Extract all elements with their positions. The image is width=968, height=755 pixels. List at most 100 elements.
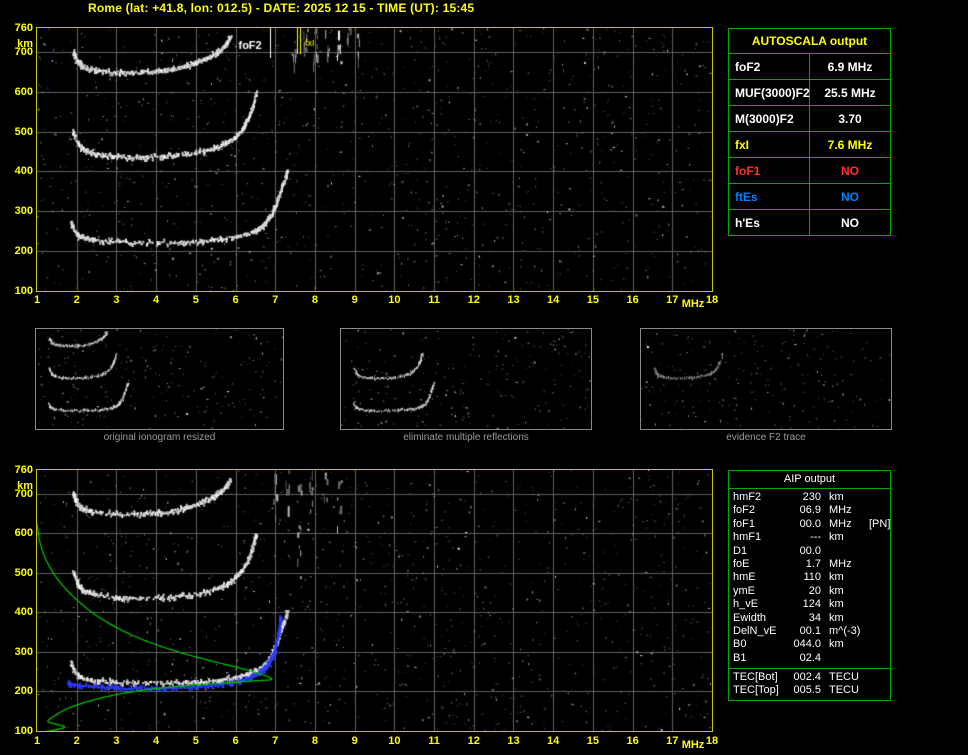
x-axis-label: 16 bbox=[621, 735, 645, 747]
aip-row: hmF2230km bbox=[729, 491, 890, 504]
parameter-note bbox=[869, 684, 886, 697]
y-axis-label: 500 bbox=[2, 126, 33, 138]
x-axis-label: 15 bbox=[581, 735, 605, 747]
parameter-unit: MHz bbox=[829, 518, 869, 531]
parameter-name: B0 bbox=[733, 638, 785, 651]
aip-parameter-list: hmF2230kmfoF206.9MHzfoF100.0MHz[PN]hmF1-… bbox=[729, 489, 890, 665]
aip-row: Ewidth34km bbox=[729, 612, 890, 625]
parameter-value: 005.5 bbox=[785, 684, 821, 697]
parameter-note bbox=[869, 638, 886, 651]
profile-ionogram-canvas bbox=[37, 470, 712, 731]
parameter-note bbox=[869, 671, 886, 684]
aip-row: ymE20km bbox=[729, 585, 890, 598]
parameter-name: M(3000)F2 bbox=[729, 106, 810, 132]
thumbnail-evidence-canvas bbox=[641, 329, 891, 429]
x-axis-unit: MHz bbox=[678, 739, 708, 751]
parameter-value: 6.9 MHz bbox=[810, 54, 891, 80]
parameter-name: hmF2 bbox=[733, 491, 785, 504]
parameter-value: --- bbox=[785, 531, 821, 544]
x-axis-label: 13 bbox=[501, 294, 525, 306]
x-axis-label: 2 bbox=[65, 294, 89, 306]
parameter-value: NO bbox=[810, 210, 891, 236]
aip-row: B102.4 bbox=[729, 652, 890, 665]
parameter-unit bbox=[829, 545, 869, 558]
parameter-unit bbox=[829, 652, 869, 665]
parameter-name: foF1 bbox=[733, 518, 785, 531]
autoscala-row: MUF(3000)F225.5 MHz bbox=[729, 80, 891, 106]
x-axis-label: 13 bbox=[501, 735, 525, 747]
parameter-note bbox=[869, 558, 886, 571]
parameter-name: TEC[Bot] bbox=[733, 671, 785, 684]
aip-row: D100.0 bbox=[729, 545, 890, 558]
aip-panel-header: AIP output bbox=[729, 471, 890, 489]
autoscala-header-row: AUTOSCALA output bbox=[729, 29, 891, 54]
aip-row: B0044.0km bbox=[729, 638, 890, 651]
x-axis-label: 11 bbox=[422, 294, 446, 306]
aip-row: foF100.0MHz[PN] bbox=[729, 518, 890, 531]
parameter-value: 00.1 bbox=[785, 625, 821, 638]
parameter-name: D1 bbox=[733, 545, 785, 558]
parameter-value: 044.0 bbox=[785, 638, 821, 651]
x-axis-label: 4 bbox=[144, 294, 168, 306]
aip-row: hmF1---km bbox=[729, 531, 890, 544]
parameter-name: foE bbox=[733, 558, 785, 571]
parameter-value: 002.4 bbox=[785, 671, 821, 684]
parameter-note bbox=[869, 652, 886, 665]
autoscala-row: foF1NO bbox=[729, 158, 891, 184]
thumbnail-caption-evidence: evidence F2 trace bbox=[640, 432, 892, 443]
y-axis-label: 760 bbox=[2, 464, 33, 476]
parameter-value: NO bbox=[810, 184, 891, 210]
x-axis-label: 9 bbox=[343, 735, 367, 747]
parameter-unit: km bbox=[829, 612, 869, 625]
parameter-name: MUF(3000)F2 bbox=[729, 80, 810, 106]
parameter-unit: MHz bbox=[829, 504, 869, 517]
parameter-note bbox=[869, 612, 886, 625]
parameter-unit: km bbox=[829, 491, 869, 504]
y-axis-label: 760 bbox=[2, 22, 33, 34]
x-axis-label: 11 bbox=[422, 735, 446, 747]
parameter-name: B1 bbox=[733, 652, 785, 665]
x-axis-label: 4 bbox=[144, 735, 168, 747]
y-axis-unit: km bbox=[2, 38, 33, 50]
page-title: Rome (lat: +41.8, lon: 012.5) - DATE: 20… bbox=[88, 1, 474, 15]
x-axis-label: 16 bbox=[621, 294, 645, 306]
parameter-name: ftEs bbox=[729, 184, 810, 210]
x-axis-label: 1 bbox=[25, 735, 49, 747]
parameter-unit: km bbox=[829, 571, 869, 584]
parameter-note bbox=[869, 531, 886, 544]
parameter-name: foF1 bbox=[729, 158, 810, 184]
x-axis-label: 1 bbox=[25, 294, 49, 306]
parameter-note bbox=[869, 491, 886, 504]
parameter-unit: TECU bbox=[829, 684, 869, 697]
parameter-name: DelN_vE bbox=[733, 625, 785, 638]
autoscala-row: h'EsNO bbox=[729, 210, 891, 236]
x-axis-label: 3 bbox=[104, 294, 128, 306]
y-axis-label: 400 bbox=[2, 606, 33, 618]
parameter-name: foF2 bbox=[729, 54, 810, 80]
thumbnail-evidence-f2 bbox=[640, 328, 892, 430]
parameter-value: 110 bbox=[785, 571, 821, 584]
parameter-note bbox=[869, 504, 886, 517]
autoscala-row: foF26.9 MHz bbox=[729, 54, 891, 80]
thumbnail-caption-eliminate: eliminate multiple reflections bbox=[340, 432, 592, 443]
thumbnail-eliminate-reflections bbox=[340, 328, 592, 430]
parameter-unit: km bbox=[829, 585, 869, 598]
y-axis-label: 200 bbox=[2, 245, 33, 257]
x-axis-label: 9 bbox=[343, 294, 367, 306]
aip-row: TEC[Top]005.5TECU bbox=[729, 684, 890, 697]
parameter-value: 1.7 bbox=[785, 558, 821, 571]
autoscala-row: fxI7.6 MHz bbox=[729, 132, 891, 158]
x-axis-label: 8 bbox=[303, 735, 327, 747]
aip-row: hmE110km bbox=[729, 571, 890, 584]
thumbnail-original-canvas bbox=[36, 329, 283, 429]
parameter-name: h'Es bbox=[729, 210, 810, 236]
x-axis-unit: MHz bbox=[678, 298, 708, 310]
parameter-value: 25.5 MHz bbox=[810, 80, 891, 106]
thumbnail-original-ionogram bbox=[35, 328, 284, 430]
x-axis-label: 14 bbox=[541, 294, 565, 306]
y-axis-unit: km bbox=[2, 480, 33, 492]
parameter-name: Ewidth bbox=[733, 612, 785, 625]
x-axis-label: 10 bbox=[382, 294, 406, 306]
main-ionogram-canvas bbox=[37, 28, 712, 291]
aip-row: TEC[Bot]002.4TECU bbox=[729, 671, 890, 684]
